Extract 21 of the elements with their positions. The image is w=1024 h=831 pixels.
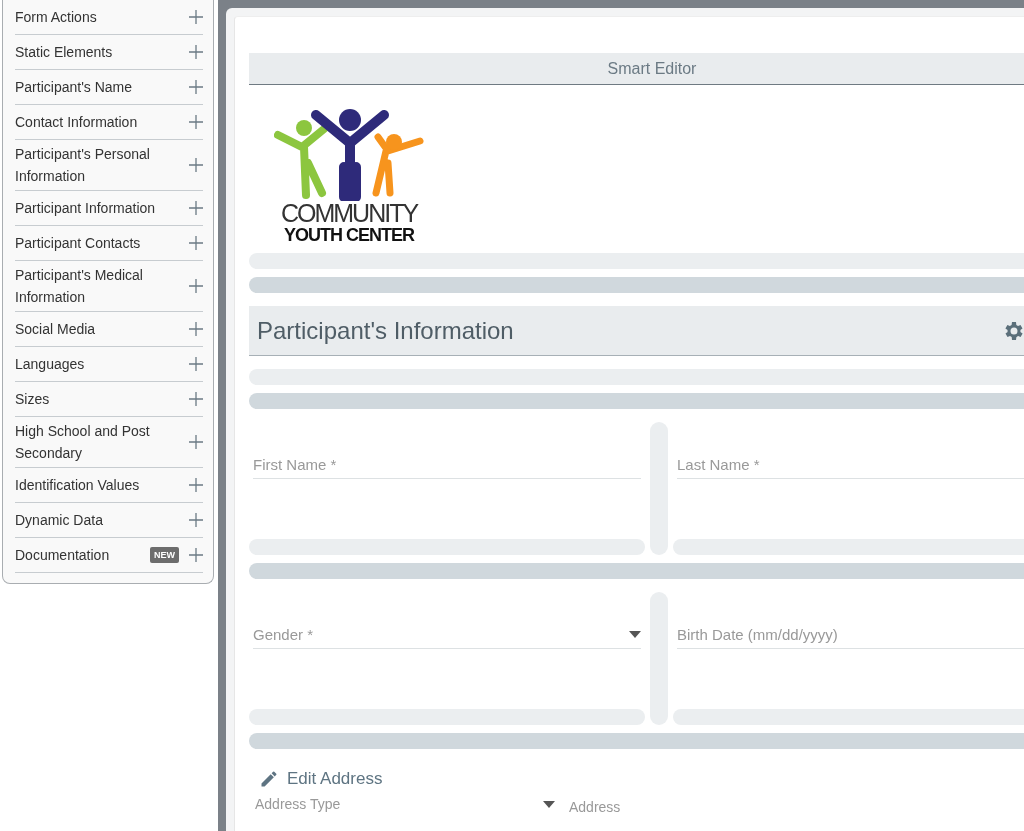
sidebar-item[interactable]: Participant Information bbox=[15, 191, 203, 226]
sidebar-item[interactable]: Participant's Personal Information bbox=[15, 140, 203, 191]
sidebar-item[interactable]: High School and Post Secondary bbox=[15, 417, 203, 468]
sidebar-item[interactable]: Sizes bbox=[15, 382, 203, 417]
edit-address-link[interactable]: Edit Address bbox=[287, 769, 383, 789]
sidebar-item[interactable]: Participant's Name bbox=[15, 70, 203, 105]
logo-text: COMMUNITY bbox=[280, 201, 418, 225]
sidebar-item[interactable]: Languages bbox=[15, 347, 203, 382]
sidebar-item[interactable]: Static Elements bbox=[15, 35, 203, 70]
editor-title: Smart Editor bbox=[249, 53, 1024, 85]
section-title: Participant's Information bbox=[257, 316, 514, 345]
sidebar-item[interactable]: Documentation NEW bbox=[15, 538, 203, 573]
sidebar-item[interactable]: Participant's Medical Information bbox=[15, 261, 203, 312]
sidebar-item[interactable]: Dynamic Data bbox=[15, 503, 203, 538]
logo-text: YOUTH CENTER bbox=[284, 225, 414, 245]
sidebar-item[interactable]: Contact Information bbox=[15, 105, 203, 140]
sidebar-item[interactable]: Participant Contacts bbox=[15, 226, 203, 261]
new-badge: NEW bbox=[150, 547, 179, 563]
sidebar-item[interactable]: Identification Values bbox=[15, 468, 203, 503]
sidebar-item[interactable]: Social Media bbox=[15, 312, 203, 347]
sidebar-item[interactable]: Form Actions bbox=[15, 0, 203, 35]
